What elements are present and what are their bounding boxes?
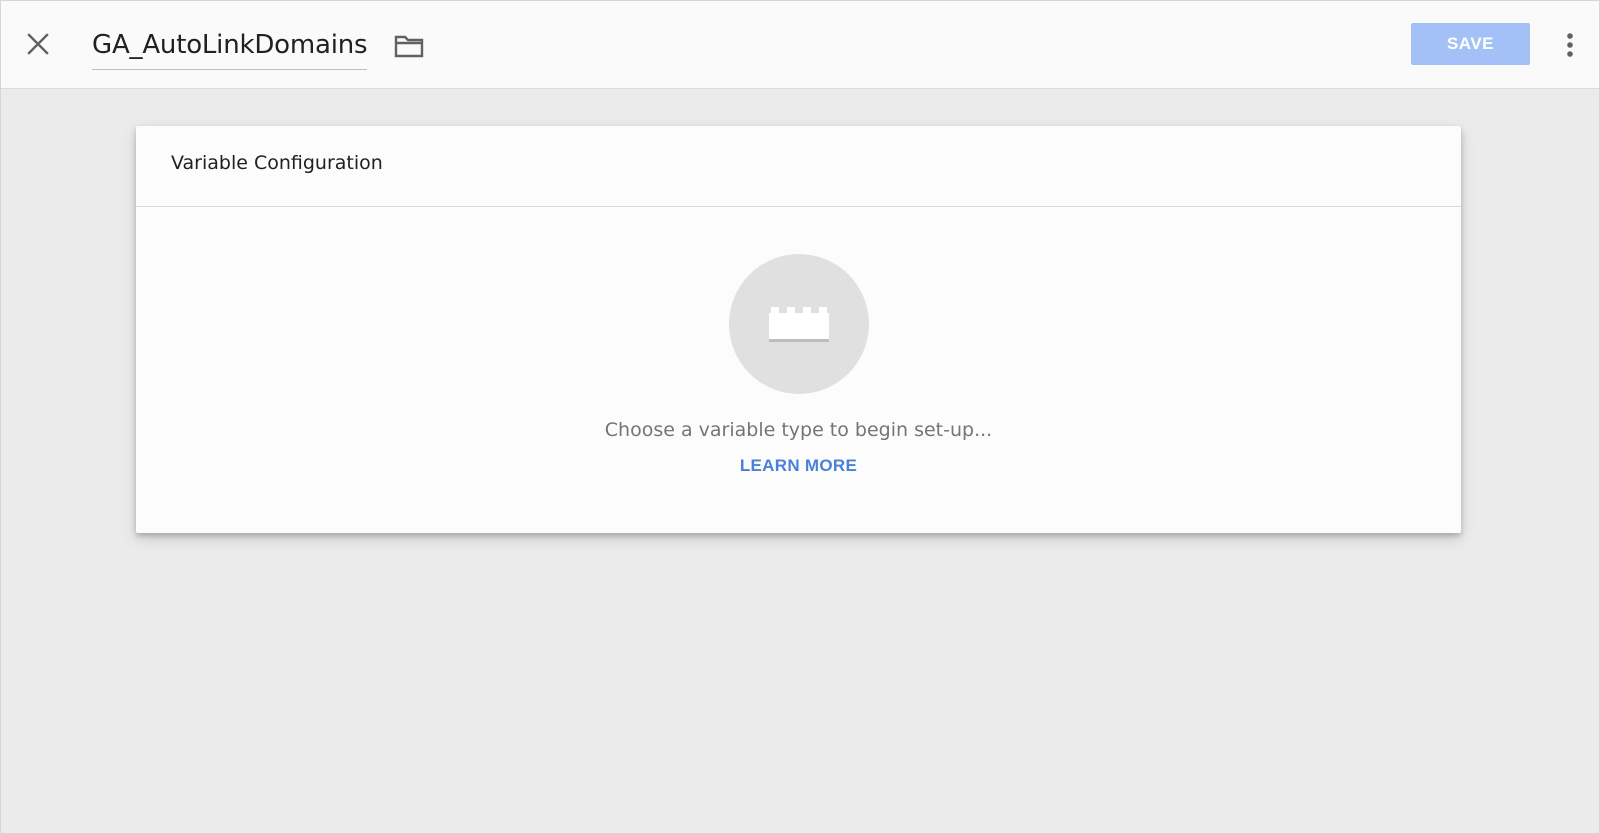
more-options-button[interactable] [1555,29,1585,61]
choose-type-prompt: Choose a variable type to begin set-up..… [604,419,993,441]
save-button[interactable]: SAVE [1411,23,1530,65]
close-icon [27,33,49,55]
variable-configuration-card: Variable Configuration Choose a variable… [136,126,1461,533]
choose-variable-type-button[interactable] [729,254,869,394]
card-title: Variable Configuration [171,152,383,174]
lego-brick-icon [769,307,829,342]
more-vert-icon [1567,33,1573,57]
variable-name: GA_AutoLinkDomains [92,30,368,60]
editor-header: GA_AutoLinkDomains SAVE [1,1,1599,89]
folder-icon [394,35,424,58]
variable-name-field[interactable]: GA_AutoLinkDomains [92,25,368,70]
close-button[interactable] [23,29,53,59]
learn-more-row: LEARN MORE [136,456,1461,476]
card-header: Variable Configuration [136,126,1461,207]
variable-editor-window: GA_AutoLinkDomains SAVE Variable Configu… [0,0,1600,834]
learn-more-link[interactable]: LEARN MORE [740,456,857,475]
folder-button[interactable] [392,30,426,62]
